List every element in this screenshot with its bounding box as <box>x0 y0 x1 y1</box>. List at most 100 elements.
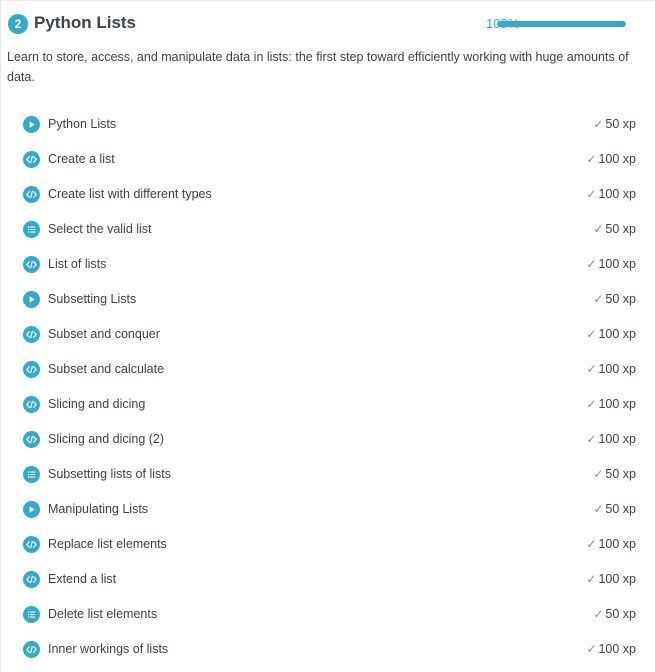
xp-value: 100 xp <box>598 152 636 166</box>
progress-bar <box>497 21 626 27</box>
chapter-title[interactable]: Python Lists <box>34 12 136 34</box>
exercise-xp: ✓ 100 xp <box>586 361 636 378</box>
exercise-item[interactable]: Subset and conquer ✓ 100 xp <box>1 317 655 352</box>
exercise-title[interactable]: Manipulating Lists <box>48 501 148 518</box>
exercise-title[interactable]: Delete list elements <box>48 606 157 623</box>
xp-value: 50 xp <box>605 607 636 621</box>
xp-value: 100 xp <box>598 572 636 586</box>
play-icon <box>23 501 40 518</box>
exercise-title[interactable]: List of lists <box>48 256 106 273</box>
exercise-xp: ✓ 100 xp <box>586 536 636 553</box>
check-icon: ✓ <box>593 117 604 131</box>
exercise-title[interactable]: Extend a list <box>48 571 116 588</box>
code-icon <box>23 186 40 203</box>
exercise-xp: ✓ 100 xp <box>586 186 636 203</box>
exercise-title[interactable]: Subsetting lists of lists <box>48 466 171 483</box>
check-icon: ✓ <box>586 152 597 166</box>
code-icon <box>23 361 40 378</box>
exercise-item[interactable]: Python Lists ✓ 50 xp <box>1 107 655 142</box>
exercise-xp: ✓ 100 xp <box>586 256 636 273</box>
check-icon: ✓ <box>586 397 597 411</box>
code-icon <box>23 396 40 413</box>
exercise-item[interactable]: List of lists ✓ 100 xp <box>1 247 655 282</box>
check-icon: ✓ <box>586 537 597 551</box>
chapter-description: Learn to store, access, and manipulate d… <box>7 50 629 84</box>
top-divider <box>1 0 655 1</box>
exercise-title[interactable]: Create list with different types <box>48 186 212 203</box>
exercise-title[interactable]: Select the valid list <box>48 221 152 238</box>
check-icon: ✓ <box>593 292 604 306</box>
exercise-item[interactable]: Select the valid list ✓ 50 xp <box>1 212 655 247</box>
exercise-xp: ✓ 50 xp <box>593 466 636 483</box>
exercise-title[interactable]: Subset and calculate <box>48 361 164 378</box>
exercise-xp: ✓ 50 xp <box>593 116 636 133</box>
play-icon <box>23 291 40 308</box>
exercise-title[interactable]: Replace list elements <box>48 536 167 553</box>
exercise-item[interactable]: Create a list ✓ 100 xp <box>1 142 655 177</box>
chapter-number-badge: 2 <box>8 14 28 34</box>
xp-value: 100 xp <box>598 397 636 411</box>
code-icon <box>23 431 40 448</box>
exercise-xp: ✓ 50 xp <box>593 221 636 238</box>
exercise-xp: ✓ 100 xp <box>586 396 636 413</box>
exercise-item[interactable]: Replace list elements ✓ 100 xp <box>1 527 655 562</box>
check-icon: ✓ <box>586 257 597 271</box>
exercise-title[interactable]: Python Lists <box>48 116 116 133</box>
exercise-item[interactable]: Slicing and dicing (2) ✓ 100 xp <box>1 422 655 457</box>
exercise-xp: ✓ 100 xp <box>586 641 636 658</box>
xp-value: 100 xp <box>598 432 636 446</box>
exercise-item[interactable]: Delete list elements ✓ 50 xp <box>1 597 655 632</box>
exercise-xp: ✓ 100 xp <box>586 571 636 588</box>
xp-value: 100 xp <box>598 537 636 551</box>
exercise-xp: ✓ 100 xp <box>586 151 636 168</box>
exercise-title[interactable]: Subset and conquer <box>48 326 160 343</box>
exercise-xp: ✓ 50 xp <box>593 291 636 308</box>
check-icon: ✓ <box>593 502 604 516</box>
check-icon: ✓ <box>586 572 597 586</box>
exercise-item[interactable]: Subsetting Lists ✓ 50 xp <box>1 282 655 317</box>
code-icon <box>23 641 40 658</box>
play-icon <box>23 116 40 133</box>
exercise-item[interactable]: Slicing and dicing ✓ 100 xp <box>1 387 655 422</box>
exercise-list: Python Lists ✓ 50 xp Create a list ✓ 100 xp Cr… <box>1 107 655 667</box>
xp-value: 50 xp <box>605 117 636 131</box>
exercise-title[interactable]: Subsetting Lists <box>48 291 136 308</box>
exercise-title[interactable]: Inner workings of lists <box>48 641 168 658</box>
exercise-xp: ✓ 50 xp <box>593 606 636 623</box>
code-icon <box>23 571 40 588</box>
exercise-item[interactable]: Manipulating Lists ✓ 50 xp <box>1 492 655 527</box>
code-icon <box>23 256 40 273</box>
check-icon: ✓ <box>586 432 597 446</box>
exercise-xp: ✓ 100 xp <box>586 431 636 448</box>
check-icon: ✓ <box>593 467 604 481</box>
exercise-item[interactable]: Inner workings of lists ✓ 100 xp <box>1 632 655 667</box>
check-icon: ✓ <box>593 222 604 236</box>
xp-value: 100 xp <box>598 642 636 656</box>
xp-value: 100 xp <box>598 187 636 201</box>
exercise-item[interactable]: Subset and calculate ✓ 100 xp <box>1 352 655 387</box>
exercise-title[interactable]: Create a list <box>48 151 115 168</box>
check-icon: ✓ <box>593 607 604 621</box>
list-icon <box>23 221 40 238</box>
check-icon: ✓ <box>586 187 597 201</box>
progress-bar-fill <box>497 21 626 27</box>
exercise-title[interactable]: Slicing and dicing (2) <box>48 431 164 448</box>
exercise-title[interactable]: Slicing and dicing <box>48 396 145 413</box>
xp-value: 100 xp <box>598 257 636 271</box>
code-icon <box>23 536 40 553</box>
exercise-item[interactable]: Create list with different types ✓ 100 xp <box>1 177 655 212</box>
xp-value: 50 xp <box>605 467 636 481</box>
exercise-item[interactable]: Extend a list ✓ 100 xp <box>1 562 655 597</box>
xp-value: 100 xp <box>598 327 636 341</box>
chapter-header[interactable]: 2 Python Lists 100% <box>7 12 652 36</box>
exercise-item[interactable]: Subsetting lists of lists ✓ 50 xp <box>1 457 655 492</box>
check-icon: ✓ <box>586 327 597 341</box>
check-icon: ✓ <box>586 642 597 656</box>
list-icon <box>23 606 40 623</box>
xp-value: 100 xp <box>598 362 636 376</box>
xp-value: 50 xp <box>605 502 636 516</box>
code-icon <box>23 151 40 168</box>
check-icon: ✓ <box>586 362 597 376</box>
xp-value: 50 xp <box>605 292 636 306</box>
code-icon <box>23 326 40 343</box>
